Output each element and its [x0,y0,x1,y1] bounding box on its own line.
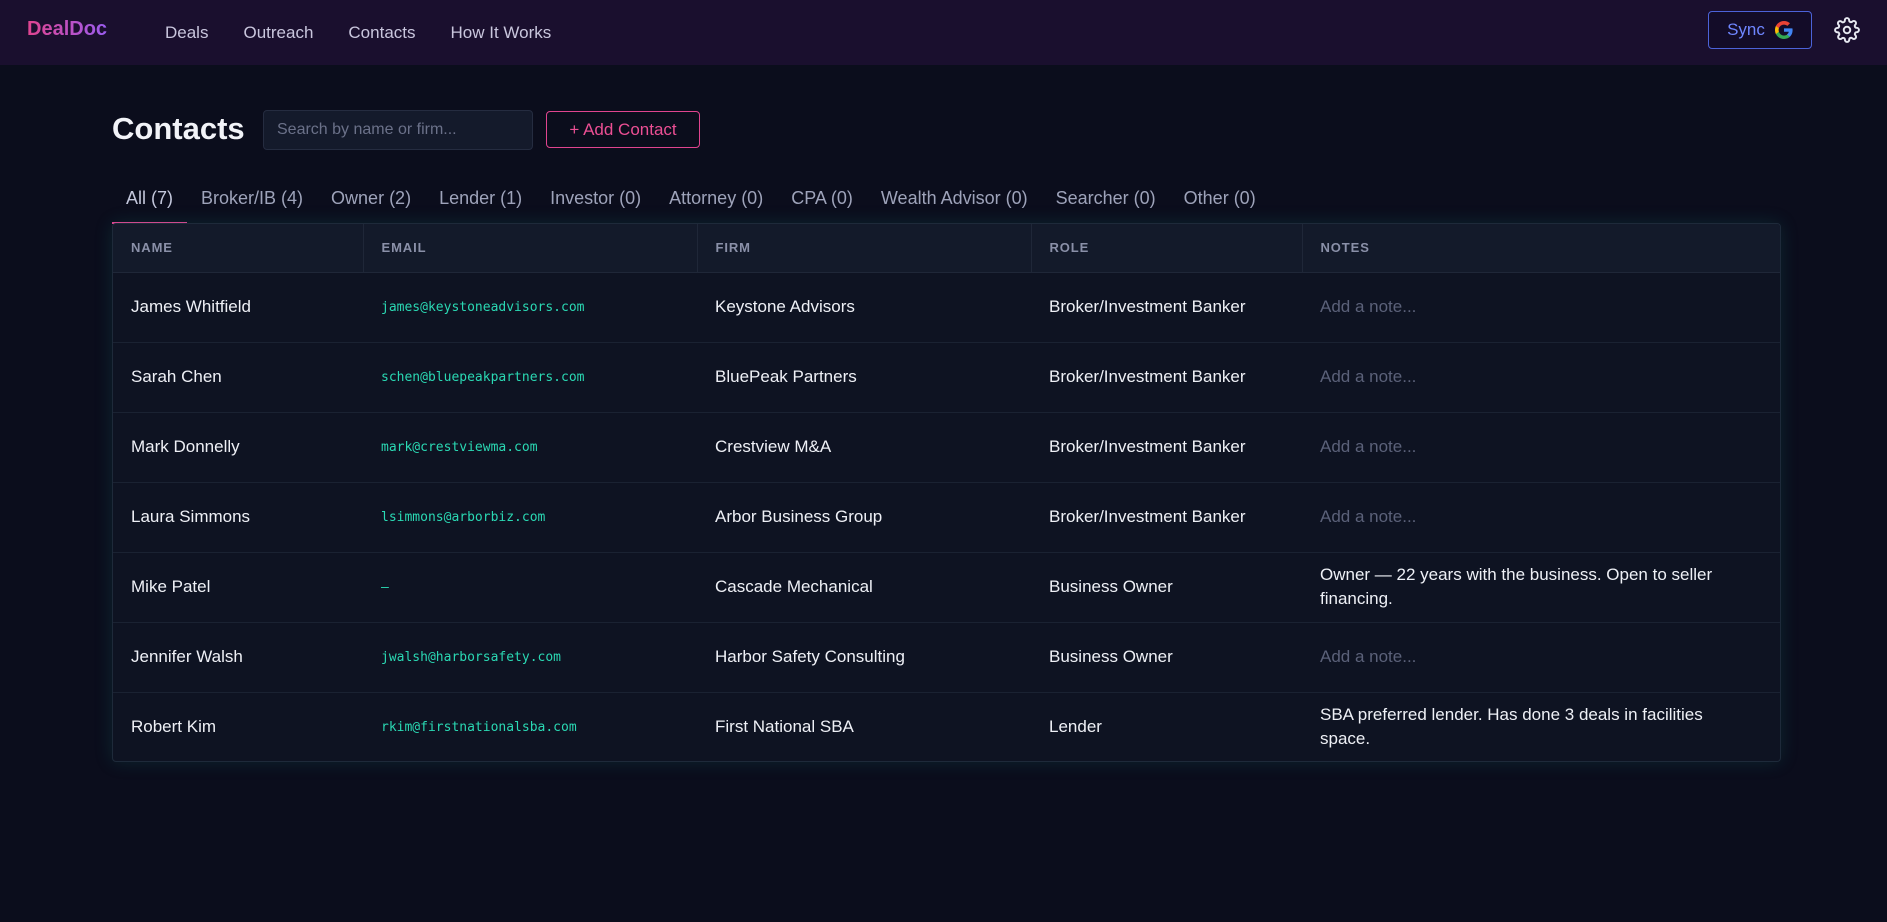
search-input[interactable] [263,110,533,150]
contact-firm: Harbor Safety Consulting [715,647,905,666]
contact-name: Robert Kim [131,717,217,737]
contact-firm: BluePeak Partners [715,367,857,386]
table-row[interactable]: Mark Donnelly mark@crestviewma.com Crestvi… [113,412,1780,482]
column-header-name[interactable]: NAME [113,224,364,273]
google-icon [1774,21,1793,39]
contact-email[interactable]: — [363,552,697,622]
contact-name: Mark Donnelly [131,437,240,456]
contact-notes[interactable]: Add a note... [1302,272,1780,342]
column-header-email[interactable]: EMAIL [363,224,698,273]
nav-link-how-it-works[interactable]: How It Works [451,23,552,43]
table-header-row: NAME EMAIL FIRM ROLE NOTES [113,224,1780,273]
nav-link-contacts[interactable]: Contacts [348,23,415,43]
tab-lender[interactable]: Lender (1) [425,176,536,224]
contact-notes[interactable]: Add a note... [1302,482,1780,552]
tab-other[interactable]: Other (0) [1170,176,1270,224]
contact-role: Broker/Investment Banker [1049,367,1246,386]
contact-role: Business Owner [1049,647,1173,666]
contact-name: Sarah Chen [131,367,222,386]
table-row[interactable]: Mike Patel — Cascade Mechanical Business Ow… [113,552,1780,622]
column-header-firm[interactable]: FIRM [697,224,1032,273]
app-logo[interactable]: DealDoc [27,18,107,41]
contact-email[interactable]: james@keystoneadvisors.com [363,272,697,342]
contact-firm: Crestview M&A [715,437,832,456]
contact-name: James Whitfield [131,297,251,316]
contact-role: Business Owner [1049,577,1173,596]
tab-wealth-advisor[interactable]: Wealth Advisor (0) [867,176,1042,224]
contact-role: Lender [1049,717,1102,737]
nav-link-outreach[interactable]: Outreach [243,23,313,43]
tab-cpa[interactable]: CPA (0) [777,176,867,224]
contact-role: Broker/Investment Banker [1049,297,1246,316]
contact-email[interactable]: jwalsh@harborsafety.com [363,622,697,692]
contact-notes[interactable]: SBA preferred lender. Has done 3 deals i… [1302,692,1780,761]
contact-notes[interactable]: Add a note... [1302,622,1780,692]
table-row[interactable]: Sarah Chen schen@bluepeakpartners.com Blue… [113,342,1780,412]
table-row[interactable]: James Whitfield james@keystoneadvisors.co… [113,272,1780,342]
add-note-placeholder[interactable]: Add a note... [1320,647,1416,666]
top-nav-bar: DealDoc Deals Outreach Contacts How It W… [0,0,1887,65]
tab-owner[interactable]: Owner (2) [317,176,425,224]
contact-name: Mike Patel [131,577,211,596]
contact-firm: Keystone Advisors [715,297,855,316]
sync-google-button[interactable]: Sync [1708,11,1812,49]
tab-all[interactable]: All (7) [112,176,188,224]
contacts-table: NAME EMAIL FIRM ROLE NOTES James Whitfie… [112,223,1781,762]
add-contact-button[interactable]: + Add Contact [546,111,700,148]
contact-email[interactable]: schen@bluepeakpartners.com [363,342,697,412]
tab-broker-ib[interactable]: Broker/IB (4) [187,176,317,224]
gear-icon[interactable] [1834,17,1860,43]
role-filter-tabs: All (7) Broker/IB (4) Owner (2) Lender (… [112,176,1270,224]
sync-label: Sync [1727,20,1765,39]
table-row[interactable]: Laura Simmons lsimmons@arborbiz.com Arbor … [113,482,1780,552]
main-nav: Deals Outreach Contacts How It Works [165,0,586,65]
page-title: Contacts [112,111,245,146]
contact-notes[interactable]: Add a note... [1302,412,1780,482]
column-header-role[interactable]: ROLE [1031,224,1303,273]
add-note-placeholder[interactable]: Add a note... [1320,507,1416,526]
add-note-placeholder[interactable]: Add a note... [1320,437,1416,456]
contact-email[interactable]: lsimmons@arborbiz.com [363,482,697,552]
table-row[interactable]: Robert Kim rkim@firstnationalsba.com First… [113,692,1780,761]
contact-firm: Cascade Mechanical [715,577,873,596]
tab-investor[interactable]: Investor (0) [536,176,655,224]
contact-email[interactable]: mark@crestviewma.com [363,412,697,482]
contact-notes[interactable]: Owner — 22 years with the business. Open… [1302,552,1780,622]
contact-firm: Arbor Business Group [715,507,883,526]
contact-name: Jennifer Walsh [131,647,243,666]
contact-notes[interactable]: Add a note... [1302,342,1780,412]
column-header-notes[interactable]: NOTES [1302,224,1780,273]
contact-firm: First National SBA [715,717,854,737]
nav-link-deals[interactable]: Deals [165,23,208,43]
add-note-placeholder[interactable]: Add a note... [1320,297,1416,316]
contact-name: Laura Simmons [131,507,251,526]
contact-role: Broker/Investment Banker [1049,507,1246,526]
contact-role: Broker/Investment Banker [1049,437,1246,456]
add-note-placeholder[interactable]: Add a note... [1320,367,1416,386]
contact-email[interactable]: rkim@firstnationalsba.com [363,692,697,761]
tab-attorney[interactable]: Attorney (0) [655,176,777,224]
tab-searcher[interactable]: Searcher (0) [1042,176,1170,224]
table-row[interactable]: Jennifer Walsh jwalsh@harborsafety.com Har… [113,622,1780,692]
